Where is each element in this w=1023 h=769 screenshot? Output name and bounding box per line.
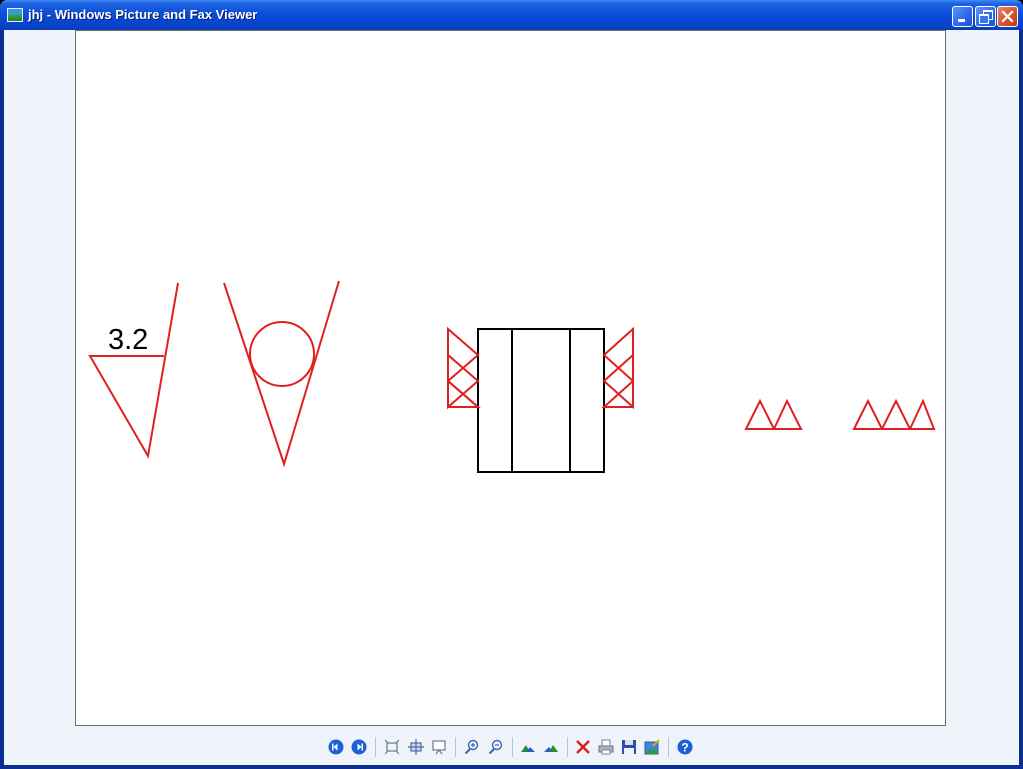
rotate-clockwise-icon: [521, 745, 535, 752]
restore-button[interactable]: [975, 6, 996, 27]
toolbar-separator: [567, 737, 568, 757]
image-canvas[interactable]: 3.2: [75, 30, 946, 726]
zoom-in-button[interactable]: [464, 739, 480, 755]
delete-button[interactable]: [575, 739, 591, 755]
save-icon: [622, 740, 636, 754]
save-button[interactable]: [621, 739, 637, 755]
zoom-in-icon: [464, 739, 479, 755]
title-bar[interactable]: jhj - Windows Picture and Fax Viewer: [0, 0, 1023, 30]
roughness-value: 3.2: [108, 324, 148, 356]
toolbar-separator: [668, 737, 669, 757]
rotate-clockwise-button[interactable]: [520, 739, 536, 755]
previous-image-button[interactable]: [328, 739, 344, 755]
best-fit-icon: [384, 739, 400, 755]
minimize-icon: [958, 19, 965, 22]
toolbar-separator: [455, 737, 456, 757]
picture-viewer-window: jhj - Windows Picture and Fax Viewer 3.2: [0, 0, 1023, 769]
rotate-counterclockwise-icon: [544, 745, 558, 752]
client-area: 3.2 ?: [4, 30, 1019, 765]
window-title: jhj - Windows Picture and Fax Viewer: [28, 7, 258, 22]
toolbar-separator: [512, 737, 513, 757]
left-triangles: [447, 326, 481, 410]
close-icon: [1001, 10, 1014, 23]
triple-triangle-symbol: [852, 398, 936, 430]
picture-viewer-icon: [7, 8, 23, 22]
next-image-button[interactable]: [351, 739, 367, 755]
previous-icon: [328, 739, 344, 755]
print-icon: [598, 739, 614, 755]
best-fit-button[interactable]: [384, 739, 400, 755]
toolbar-separator: [375, 737, 376, 757]
help-button[interactable]: ?: [677, 739, 693, 755]
help-icon: ?: [677, 739, 693, 755]
circle-surface-symbol: [223, 280, 340, 468]
slide-show-button[interactable]: [431, 739, 447, 755]
zoom-out-button[interactable]: [488, 739, 504, 755]
edit-icon: [644, 739, 660, 755]
close-button[interactable]: [997, 6, 1018, 27]
rotate-counterclockwise-button[interactable]: [543, 739, 559, 755]
viewer-toolbar: ?: [4, 732, 1019, 760]
next-icon: [351, 739, 367, 755]
double-triangle-symbol: [744, 398, 803, 430]
delete-icon: [576, 740, 590, 754]
zoom-out-icon: [488, 739, 503, 755]
roughness-symbol: [88, 282, 179, 459]
actual-size-button[interactable]: [408, 739, 424, 755]
part-rectangle: [477, 328, 605, 473]
actual-size-icon: [408, 739, 424, 755]
window-bottom-border: [0, 765, 1023, 769]
svg-text:?: ?: [681, 741, 688, 755]
right-triangles: [601, 326, 634, 410]
restore-icon-front: [979, 14, 989, 24]
drawing: 3.2: [88, 280, 936, 473]
edit-button[interactable]: [644, 739, 660, 755]
slideshow-icon: [432, 740, 446, 755]
print-button[interactable]: [598, 739, 614, 755]
minimize-button[interactable]: [952, 6, 973, 27]
